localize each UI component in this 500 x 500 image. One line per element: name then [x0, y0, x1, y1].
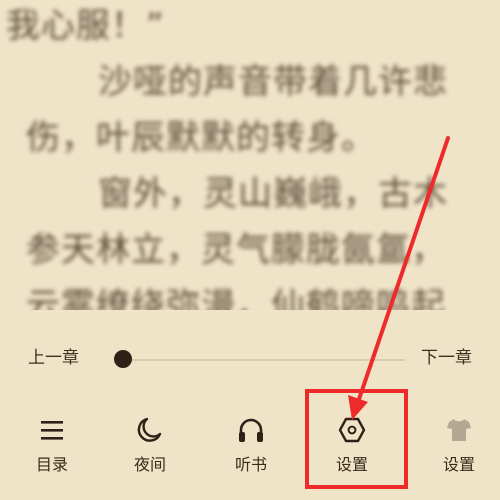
- toolbar-item-night-mode[interactable]: 夜间: [115, 414, 185, 486]
- toolbar-item-listen[interactable]: 听书: [216, 414, 286, 486]
- reading-text: 我心服！” 沙哑的声音带着几许悲 伤，叶辰默默的转身。 窗外，灵山巍峨，古木 参…: [6, 0, 488, 310]
- toolbar-item-settings[interactable]: 设置: [317, 414, 387, 486]
- toolbar-label: 听书: [234, 455, 267, 474]
- toolbar-label: 设置: [442, 455, 475, 474]
- reading-line: 我心服！”: [6, 6, 165, 46]
- reading-line: 云雾缭绕弥漫，仙鹤啼鸣起: [26, 286, 446, 310]
- next-chapter-button[interactable]: 下一章: [421, 348, 472, 368]
- menu-icon: [36, 414, 68, 446]
- moon-icon: [134, 414, 166, 446]
- prev-chapter-button[interactable]: 上一章: [28, 348, 79, 368]
- reading-line: 伤，叶辰默默的转身。: [26, 118, 376, 158]
- reading-area: 我心服！” 沙哑的声音带着几许悲 伤，叶辰默默的转身。 窗外，灵山巍峨，古木 参…: [0, 0, 500, 310]
- shirt-icon: [443, 414, 475, 446]
- chapter-progress: 上一章 下一章: [0, 338, 500, 382]
- toolbar-item-catalog[interactable]: 目录: [17, 414, 87, 486]
- toolbar-label: 目录: [35, 455, 68, 474]
- headphones-icon: [235, 414, 267, 446]
- toolbar-label: 夜间: [133, 455, 166, 474]
- toolbar-item-theme[interactable]: 设置: [424, 414, 494, 486]
- reading-line: 窗外，灵山巍峨，古木: [28, 174, 448, 214]
- gear-icon: [336, 414, 368, 446]
- toolbar-label: 设置: [335, 455, 368, 474]
- reading-line: 参天林立，灵气朦胧氤氲，: [26, 230, 446, 270]
- progress-track[interactable]: [123, 359, 405, 361]
- progress-slider-knob[interactable]: [114, 350, 132, 368]
- reading-line: 沙哑的声音带着几许悲: [28, 62, 448, 102]
- bottom-toolbar: 目录 夜间 听书 设置 设置: [0, 398, 500, 500]
